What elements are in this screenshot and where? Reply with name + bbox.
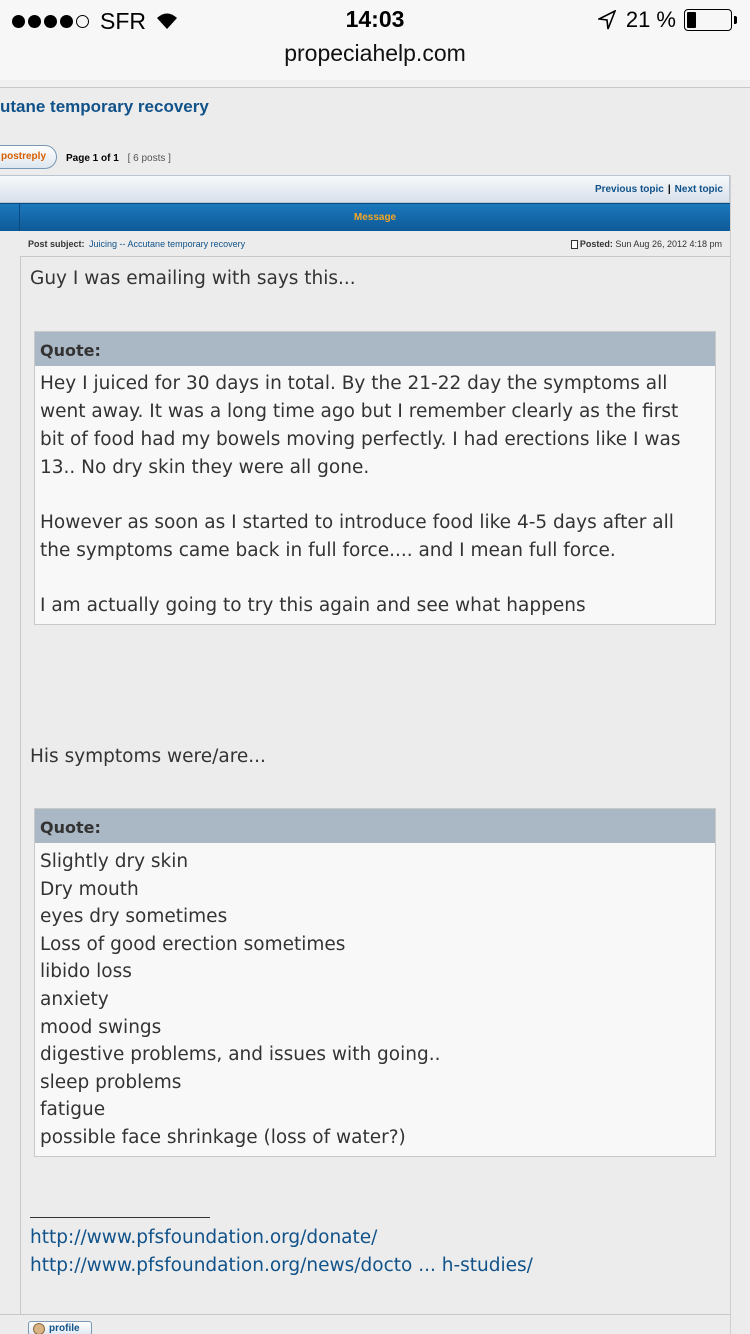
- quote-paragraph: I am actually going to try this again an…: [40, 595, 586, 616]
- author-column: [0, 231, 21, 1334]
- pagination: Page 1 of 1 [ 6 posts ]: [66, 153, 171, 164]
- separator: |: [667, 184, 671, 195]
- message-column-header: Message: [353, 212, 397, 223]
- list-item: Dry mouth: [40, 878, 139, 900]
- quote-label: Quote:: [35, 809, 715, 843]
- battery-percent: 21 %: [625, 7, 676, 32]
- previous-topic-link[interactable]: Previous topic: [595, 184, 664, 195]
- list-item: fatigue: [40, 1099, 106, 1121]
- table-header: Message: [0, 203, 730, 232]
- quote-paragraph: However as soon as I started to introduc…: [40, 512, 674, 561]
- post-reply-button[interactable]: postreply: [0, 145, 57, 169]
- subject-link[interactable]: Juicing -- Accutane temporary recovery: [89, 239, 245, 249]
- list-item: digestive problems, and issues with goin…: [40, 1044, 441, 1066]
- post-footer: profile: [0, 1314, 730, 1334]
- profile-label: profile: [49, 1323, 80, 1334]
- studies-link[interactable]: http://www.pfsfoundation.org/news/docto …: [30, 1252, 533, 1280]
- list-item: possible face shrinkage (loss of water?): [40, 1126, 406, 1148]
- signature-links: http://www.pfsfoundation.org/donate/ htt…: [30, 1224, 533, 1280]
- subject-label: Post subject:: [28, 239, 85, 249]
- breadcrumb-strip: [0, 80, 750, 88]
- right-edge: [730, 175, 750, 1334]
- posted-date: Sun Aug 26, 2012 4:18 pm: [615, 239, 722, 249]
- donate-link[interactable]: http://www.pfsfoundation.org/donate/: [30, 1224, 533, 1252]
- list-item: mood swings: [40, 1016, 162, 1038]
- profile-icon: [33, 1323, 45, 1334]
- post-intro: Guy I was emailing with says this...: [30, 268, 356, 289]
- quote-paragraph: Hey I juiced for 30 days in total. By th…: [40, 373, 681, 478]
- location-arrow-icon: [597, 10, 616, 30]
- quote-block: Quote: Slightly dry skin Dry mouth eyes …: [34, 808, 716, 1157]
- symptom-list: Slightly dry skin Dry mouth eyes dry som…: [35, 843, 715, 1152]
- page-label: Page 1 of 1: [66, 153, 119, 164]
- battery-icon: [684, 9, 737, 31]
- battery-level: [687, 12, 696, 28]
- list-item: anxiety: [40, 988, 109, 1010]
- topic-nav-bar: Previous topic | Next topic: [0, 175, 730, 203]
- status-bar: SFR 14:03 21 % propeciahelp.com: [0, 0, 750, 80]
- list-item: eyes dry sometimes: [40, 906, 228, 928]
- next-topic-link[interactable]: Next topic: [675, 184, 723, 195]
- post-icon: [570, 239, 578, 249]
- list-item: Loss of good erection sometimes: [40, 933, 346, 955]
- list-item: Slightly dry skin: [40, 851, 189, 872]
- address-bar[interactable]: propeciahelp.com: [0, 40, 750, 67]
- post-count: [ 6 posts ]: [127, 153, 171, 164]
- topic-title[interactable]: utane temporary recovery: [0, 97, 209, 117]
- quote-text: Hey I juiced for 30 days in total. By th…: [35, 366, 715, 624]
- post-subject-bar: Post subject: Juicing -- Accutane tempor…: [20, 231, 730, 257]
- post-middle-text: His symptoms were/are...: [30, 746, 266, 767]
- signature-divider: [30, 1217, 210, 1218]
- status-right: 21 %: [597, 7, 737, 33]
- quote-label: Quote:: [35, 332, 715, 366]
- posted-label: Posted:: [579, 239, 613, 249]
- list-item: libido loss: [40, 961, 132, 983]
- quote-block: Quote: Hey I juiced for 30 days in total…: [34, 331, 716, 625]
- list-item: sleep problems: [40, 1071, 182, 1093]
- profile-button[interactable]: profile: [28, 1321, 92, 1334]
